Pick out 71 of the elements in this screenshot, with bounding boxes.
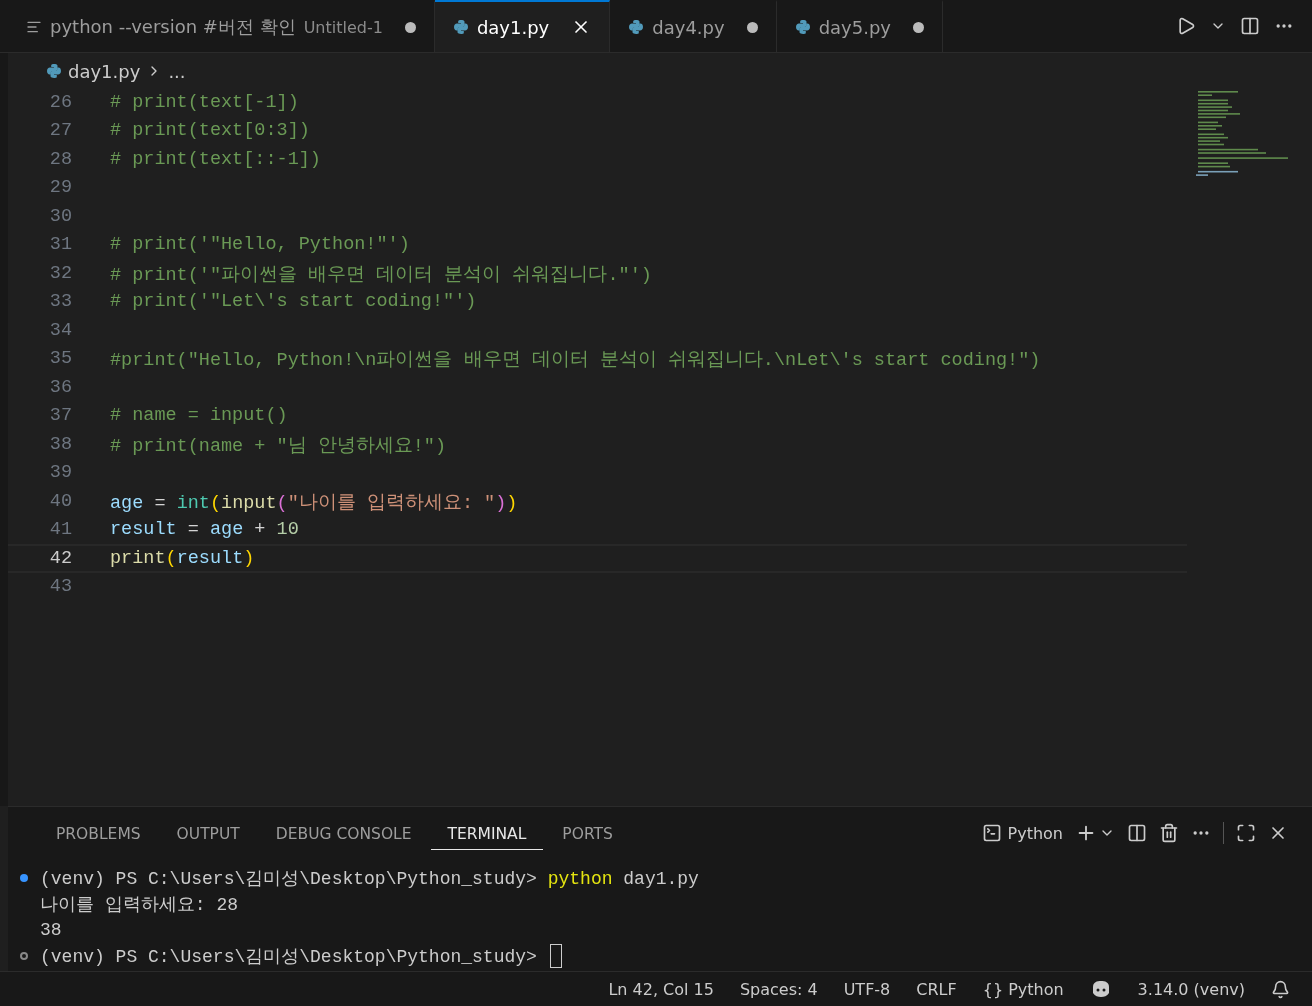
code-line: # print('"Hello, Python!"') [110,234,410,256]
line-number: 42 [48,547,73,569]
line-number: 30 [48,205,73,227]
line-number: 43 [48,576,73,598]
command-status-icon[interactable] [20,874,28,882]
terminal-line: (venv) PS C:\Users\김미성\Desktop\Python_study> python day1.py [40,868,699,890]
python-file-icon [628,19,645,35]
panel-tab[interactable]: OUTPUT [159,816,257,850]
line-number: 32 [48,262,73,284]
line-number: 29 [48,177,73,199]
line-number: 41 [48,519,73,541]
tab-label: python --version #버전 확인 [50,15,296,39]
text-file-icon [26,19,42,35]
code-line: #print("Hello, Python!\n파이썬을 배우면 데이터 분석이 쉬워집니다.\nLet\'s start coding!") [110,349,1041,372]
line-number: 36 [48,376,73,398]
python-file-icon [46,63,62,79]
terminal-selector[interactable]: Python [981,823,1063,843]
line-number: 27 [48,120,73,142]
breadcrumb-item[interactable]: ... [168,60,186,82]
status-item[interactable]: CRLF [916,979,957,999]
panel-tab[interactable]: PORTS [545,816,630,850]
maximize-icon[interactable] [1236,823,1256,843]
terminal-line: 나이를 입력하세요: 28 [40,894,238,916]
code-line: # print('"Let\'s start coding!"') [110,291,477,313]
tab-label: day5.py [818,16,892,38]
line-number: 26 [48,91,73,113]
code-line: # print(text[-1]) [110,91,299,113]
unsaved-dot-icon [913,21,925,33]
line-number: 39 [48,462,73,484]
run-icon[interactable] [1176,16,1196,36]
language-mode[interactable]: {} Python [982,979,1064,999]
terminal-line: (venv) PS C:\Users\김미성\Desktop\Python_study> [40,946,538,968]
code-line: # print(text[0:3]) [110,120,310,142]
line-number: 28 [48,148,73,170]
code-line: # print(text[::-1]) [110,148,321,170]
line-number: 34 [48,319,73,341]
python-file-icon [452,19,469,35]
python-file-icon [794,19,811,35]
code-line: result = age + 10 [110,519,299,541]
line-number: 37 [48,405,73,427]
code-line: # print(name + "님 안녕하세요!") [110,434,447,457]
terminal-line: 38 [40,920,62,940]
status-item[interactable]: Ln 42, Col 15 [608,979,714,999]
line-number: 35 [48,348,73,370]
breadcrumb-item[interactable]: day1.py [68,60,141,82]
command-status-icon[interactable] [20,952,28,960]
status-item[interactable]: Spaces: 4 [739,979,818,999]
line-number: 31 [48,234,73,256]
code-line: age = int(input("나이를 입력하세요: ")) [110,491,518,514]
panel-tab[interactable]: TERMINAL [430,816,544,850]
line-number: 33 [48,291,73,313]
split-editor-icon[interactable] [1240,16,1260,36]
panel-tab[interactable]: DEBUG CONSOLE [258,816,429,850]
split-terminal-icon[interactable] [1127,823,1147,843]
line-number: 40 [48,490,73,512]
code-line: # name = input() [110,405,288,427]
trash-icon[interactable] [1159,823,1179,843]
unsaved-dot-icon [746,21,758,33]
editor-tab[interactable]: day1.py [434,0,611,52]
tab-detail: Untitled-1 [303,17,383,37]
status-item[interactable]: UTF-8 [843,979,891,999]
notifications-icon[interactable] [1271,979,1290,999]
unsaved-dot-icon [404,21,416,33]
panel-tab[interactable]: PROBLEMS [39,816,158,850]
line-number: 38 [48,433,73,455]
code-line: print(result) [110,547,255,569]
code-line: # print('"파이썬을 배우면 데이터 분석이 쉬워집니다."') [110,263,652,286]
status-item[interactable]: 3.14.0 (venv) [1137,979,1245,999]
tab-label: day1.py [476,16,550,38]
tab-label: day4.py [652,16,725,38]
terminal-icon [981,823,1002,843]
